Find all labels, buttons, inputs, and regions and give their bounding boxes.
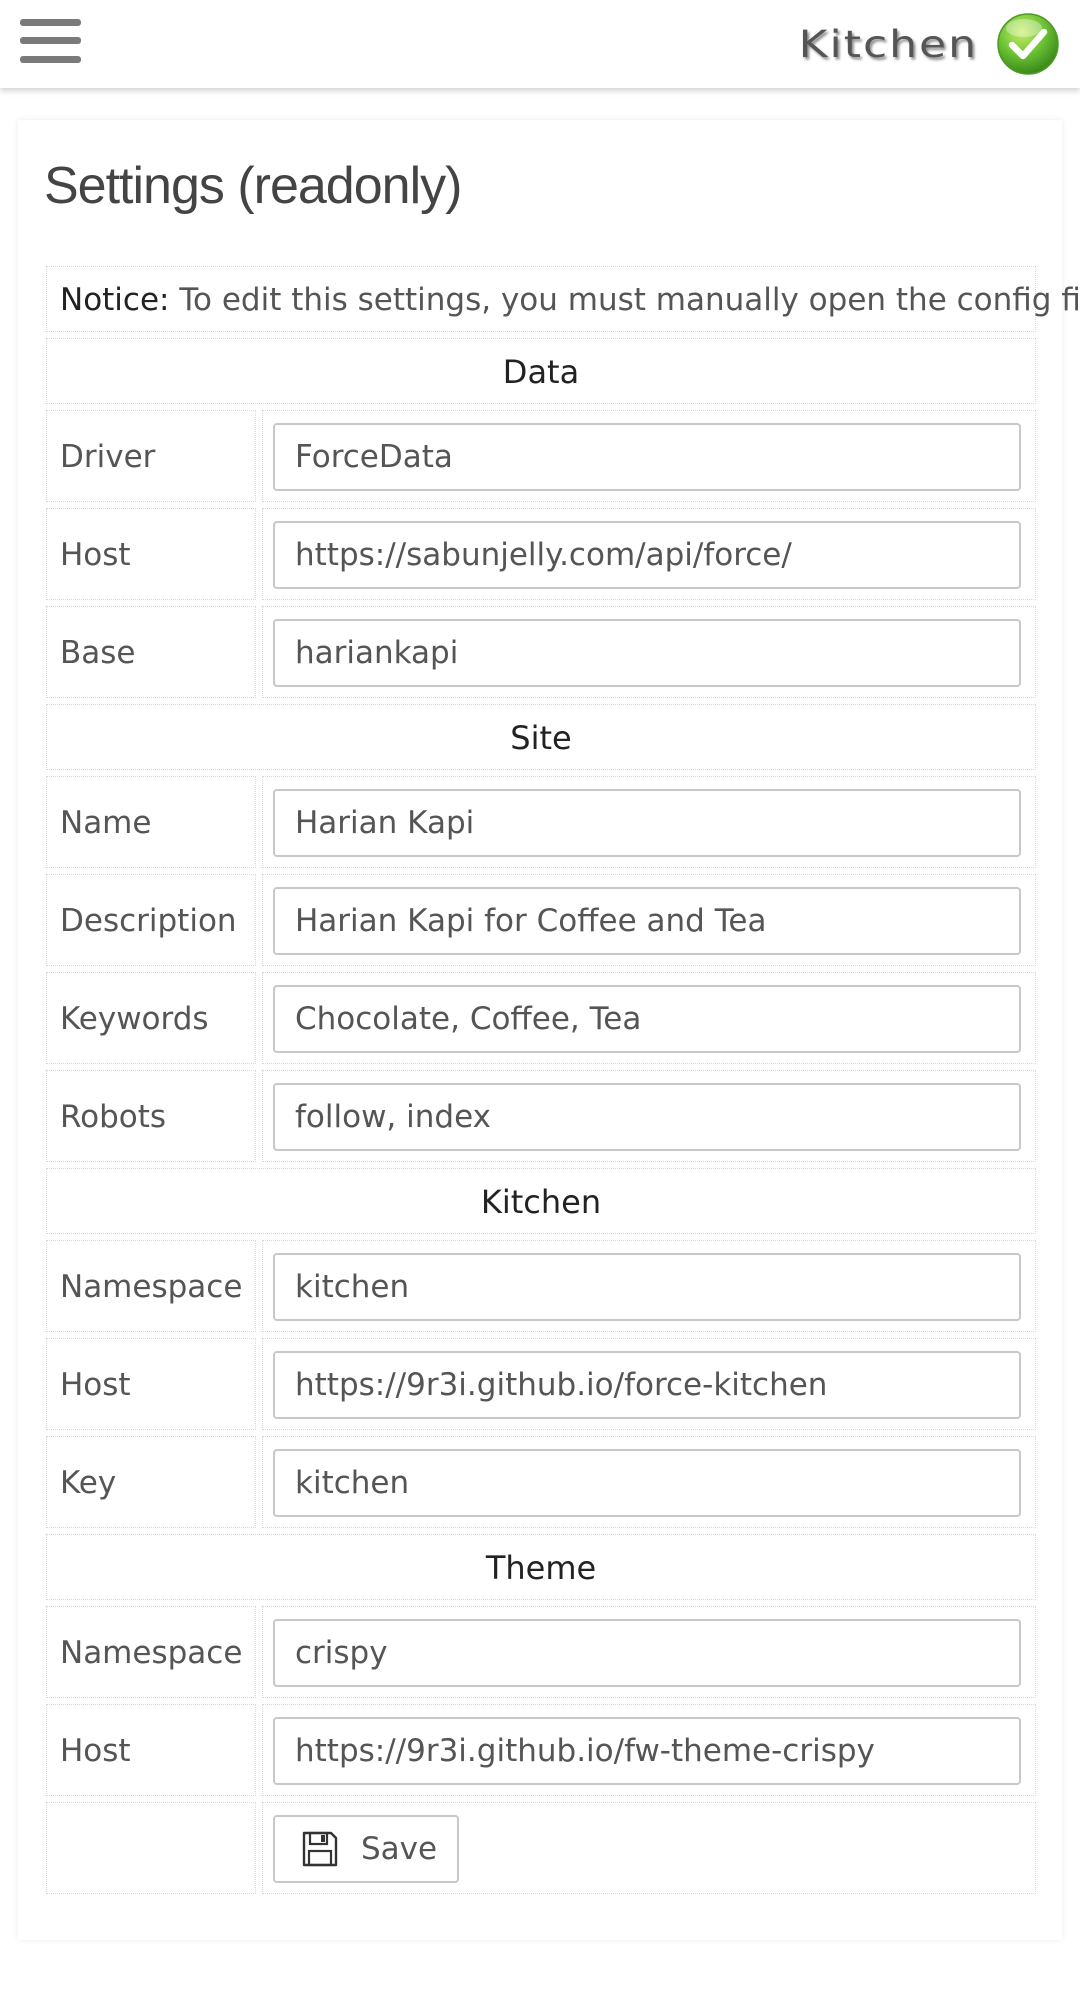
hamburger-menu-icon[interactable]: [20, 19, 81, 63]
description-input[interactable]: Harian Kapi for Coffee and Tea: [273, 887, 1021, 955]
field-label: Namespace: [60, 1635, 243, 1671]
brand: Kitchen: [799, 10, 1060, 78]
field-label: Keywords: [60, 1001, 209, 1037]
notice-text: To edit this settings, you must manually…: [169, 282, 1080, 318]
notice-label: Notice:: [60, 282, 170, 318]
theme-namespace-input[interactable]: crispy: [273, 1619, 1021, 1687]
field-label: Host: [60, 1733, 131, 1769]
save-button-label: Save: [361, 1831, 438, 1867]
section-title: Data: [46, 338, 1036, 404]
top-bar: Kitchen: [0, 0, 1080, 88]
field-label: Robots: [60, 1099, 167, 1135]
field-label: Host: [60, 1367, 131, 1403]
kitchen-namespace-input[interactable]: kitchen: [273, 1253, 1021, 1321]
site-name-input[interactable]: Harian Kapi: [273, 789, 1021, 857]
settings-panel: Settings (readonly) Notice: To edit this…: [18, 120, 1080, 1940]
field-label: Host: [60, 537, 131, 573]
theme-host-input[interactable]: https://9r3i.github.io/fw-theme-crispy: [273, 1717, 1021, 1785]
page-title: Settings (readonly): [44, 157, 462, 215]
keywords-input[interactable]: Chocolate, Coffee, Tea: [273, 985, 1021, 1053]
robots-input[interactable]: follow, index: [273, 1083, 1021, 1151]
save-button[interactable]: Save: [273, 1815, 459, 1883]
field-label: Description: [60, 903, 237, 939]
field-label: Namespace: [60, 1269, 243, 1305]
field-label: Key: [60, 1465, 117, 1501]
field-label: Driver: [60, 439, 156, 475]
floppy-disk-icon: [302, 1831, 338, 1867]
kitchen-host-input[interactable]: https://9r3i.github.io/force-kitchen: [273, 1351, 1021, 1419]
driver-input[interactable]: ForceData: [273, 423, 1021, 491]
field-label: Name: [60, 805, 152, 841]
field-label: Base: [60, 635, 136, 671]
section-title: Kitchen: [46, 1168, 1036, 1234]
base-input[interactable]: hariankapi: [273, 619, 1021, 687]
data-host-input[interactable]: https://sabunjelly.com/api/force/: [273, 521, 1021, 589]
kitchen-key-input[interactable]: kitchen: [273, 1449, 1021, 1517]
section-title: Site: [46, 704, 1036, 770]
check-icon: [997, 13, 1059, 75]
brand-name: Kitchen: [798, 22, 978, 66]
section-title: Theme: [46, 1534, 1036, 1600]
